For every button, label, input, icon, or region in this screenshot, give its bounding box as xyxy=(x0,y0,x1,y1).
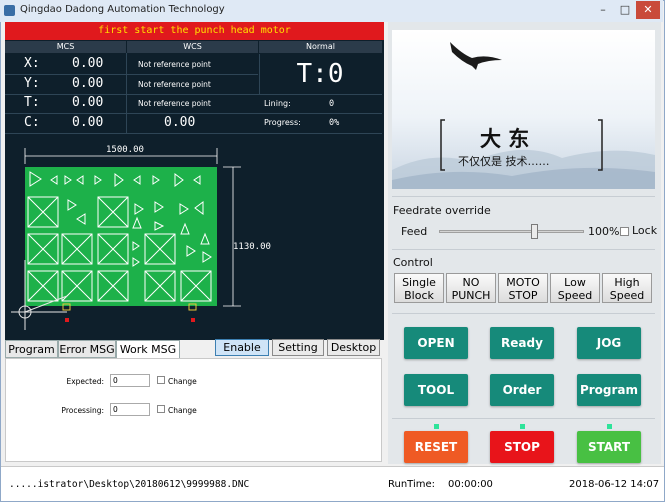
axis-x-wcs: Not reference point xyxy=(138,60,211,69)
moto-stop-button[interactable]: MOTO STOP xyxy=(498,273,548,303)
processing-input[interactable]: 0 xyxy=(110,403,150,416)
feed-slider-thumb[interactable] xyxy=(530,224,538,239)
progress-value: 0% xyxy=(329,118,340,128)
tool-button[interactable]: TOOL xyxy=(404,374,468,406)
maximize-button[interactable]: □ xyxy=(614,1,636,19)
axis-x-label: X: xyxy=(24,56,40,71)
feed-value: 100% xyxy=(588,225,620,238)
lock-label: Lock xyxy=(632,224,658,237)
banner-logo-sub: 不仅仅是 技术…… xyxy=(458,155,550,168)
open-button[interactable]: OPEN xyxy=(404,327,468,359)
divider xyxy=(392,418,655,419)
expected-label: Expected: xyxy=(66,377,104,386)
stop-indicator xyxy=(520,424,525,429)
runtime-label: RunTime: xyxy=(388,479,436,490)
feedrate-section-label: Feedrate override xyxy=(393,204,491,217)
reset-indicator xyxy=(434,424,439,429)
divider xyxy=(392,313,655,314)
desktop-button[interactable]: Desktop xyxy=(327,339,380,356)
feed-slider-track[interactable] xyxy=(439,224,584,239)
status-message: first start the punch head motor xyxy=(5,22,384,40)
reset-button[interactable]: RESET xyxy=(404,431,468,463)
program-path: .....istrator\Desktop\20180612\9999988.D… xyxy=(9,479,250,490)
row-divider xyxy=(5,113,382,114)
tool-display: T:0 xyxy=(259,54,380,94)
expected-input[interactable]: 0 xyxy=(110,374,150,387)
close-button[interactable]: ✕ xyxy=(636,1,660,19)
axis-t-label: T: xyxy=(24,95,40,110)
high-speed-button[interactable]: High Speed xyxy=(602,273,652,303)
axis-y-label: Y: xyxy=(24,76,40,91)
axis-c-wcs: 0.00 xyxy=(164,115,196,130)
axis-y-wcs: Not reference point xyxy=(138,80,211,89)
processing-change-checkbox[interactable] xyxy=(157,405,165,413)
feed-label: Feed xyxy=(401,225,428,238)
wcs-header: WCS xyxy=(127,41,258,53)
setting-button[interactable]: Setting xyxy=(272,339,324,356)
progress-label: Progress: xyxy=(264,118,301,127)
axis-y-mcs: 0.00 xyxy=(72,76,104,91)
sheet-plate xyxy=(25,167,217,306)
tab-program[interactable]: Program xyxy=(5,340,58,358)
window-title: Qingdao Dadong Automation Technology xyxy=(20,4,225,15)
axis-t-mcs: 0.00 xyxy=(72,95,104,110)
minimize-button[interactable]: – xyxy=(592,1,614,19)
start-indicator xyxy=(607,424,612,429)
divider xyxy=(392,249,655,250)
processing-label: Processing: xyxy=(61,406,104,415)
tab-work-msg[interactable]: Work MSG xyxy=(116,340,180,358)
processing-change-label: Change xyxy=(168,406,197,415)
height-dimension: 1130.00 xyxy=(233,242,271,252)
jog-button[interactable]: JOG xyxy=(577,327,641,359)
no-punch-button[interactable]: NO PUNCH xyxy=(446,273,496,303)
lock-checkbox[interactable] xyxy=(620,227,629,236)
axis-c-mcs: 0.00 xyxy=(72,115,104,130)
clamp-marker xyxy=(191,318,195,322)
column-divider xyxy=(126,53,127,133)
expected-change-label: Change xyxy=(168,377,197,386)
expected-change-checkbox[interactable] xyxy=(157,376,165,384)
tab-error-msg[interactable]: Error MSG xyxy=(58,340,116,358)
program-button[interactable]: Program xyxy=(577,374,641,406)
banner-logo-main: 大 东 xyxy=(480,126,530,151)
datetime: 2018-06-12 14:07 xyxy=(569,479,660,490)
row-divider xyxy=(5,74,258,75)
clamp-marker xyxy=(65,318,69,322)
stop-button[interactable]: STOP xyxy=(490,431,554,463)
lining-label: Lining: xyxy=(264,99,291,108)
start-button[interactable]: START xyxy=(577,431,641,463)
enable-button[interactable]: Enable xyxy=(215,339,269,356)
mcs-header: MCS xyxy=(5,41,126,53)
row-divider xyxy=(5,94,382,95)
low-speed-button[interactable]: Low Speed xyxy=(550,273,600,303)
punch-layout-view[interactable] xyxy=(5,134,384,340)
width-dimension: 1500.00 xyxy=(106,145,144,155)
single-block-button[interactable]: Single Block xyxy=(394,273,444,303)
order-button[interactable]: Order xyxy=(490,374,554,406)
axis-c-label: C: xyxy=(24,115,40,130)
eagle-icon xyxy=(450,42,502,70)
runtime-value: 00:00:00 xyxy=(448,479,493,490)
app-icon xyxy=(4,5,15,16)
mode-label: Normal xyxy=(259,41,382,53)
ready-button[interactable]: Ready xyxy=(490,327,554,359)
lining-value: 0 xyxy=(329,99,335,109)
axis-t-wcs: Not reference point xyxy=(138,99,211,108)
axis-x-mcs: 0.00 xyxy=(72,56,104,71)
divider xyxy=(392,196,655,197)
control-section-label: Control xyxy=(393,256,433,269)
